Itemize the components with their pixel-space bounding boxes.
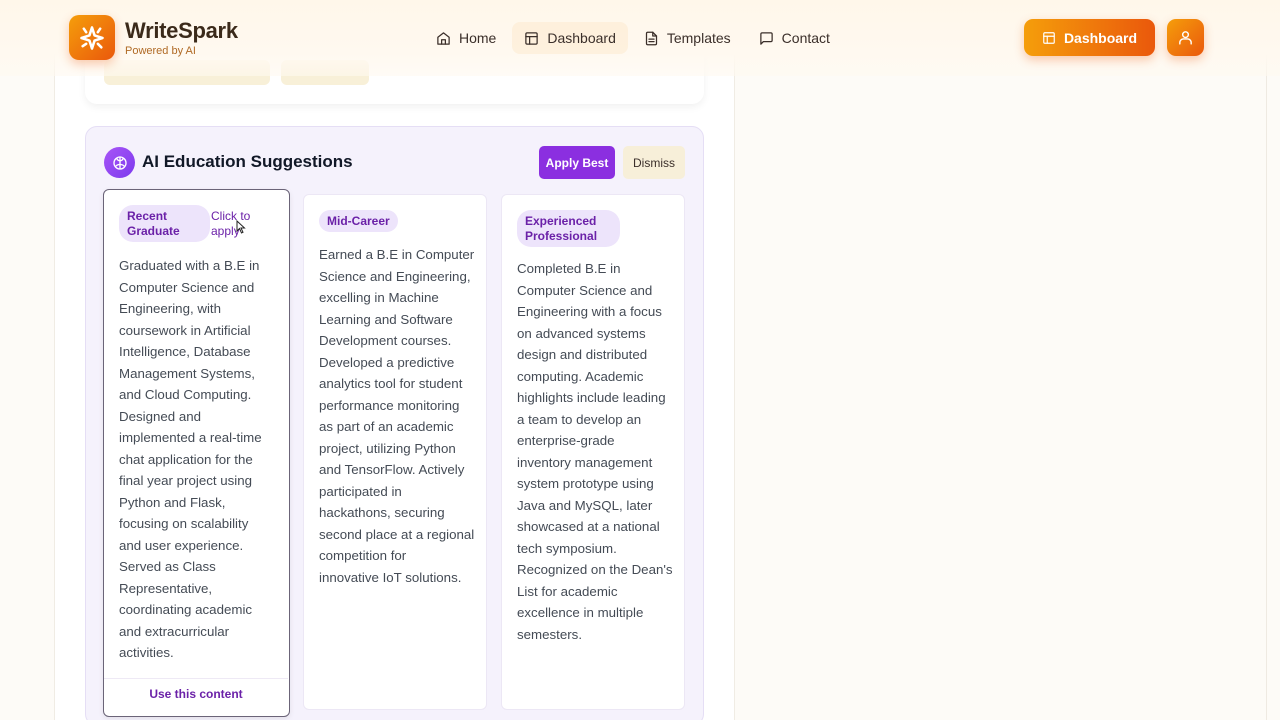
nav-links: Home Dashboard Templates Contact xyxy=(424,22,842,54)
text-line: semesters. xyxy=(517,626,583,642)
text-line: and Cloud Computing. xyxy=(119,387,252,402)
text-line: Representative, xyxy=(119,580,213,596)
tag-recent-graduate: Recent Graduate xyxy=(119,205,210,242)
text-line: tech symposium. xyxy=(517,540,617,556)
tag-line-1: Recent xyxy=(127,208,168,223)
nav-link-home-label: Home xyxy=(459,30,497,46)
text-line: Recognized on the Dean's xyxy=(517,562,673,577)
text-line: Completed B.E in xyxy=(517,261,621,276)
text-line: Computer Science and xyxy=(517,282,653,298)
nav-link-contact[interactable]: Contact xyxy=(747,22,842,54)
text-line: competition for xyxy=(319,548,407,563)
user-icon xyxy=(1179,31,1192,45)
text-line: Earned a B.E in Computer xyxy=(319,247,475,262)
text-line: Computer Science and xyxy=(119,279,255,295)
text-line: Intelligence, Database xyxy=(119,344,251,359)
mouse-cursor-icon xyxy=(236,220,246,234)
text-line: a team to develop an xyxy=(517,411,642,427)
nav-link-templates[interactable]: Templates xyxy=(632,22,743,54)
apply-best-button[interactable]: Apply Best xyxy=(539,146,615,179)
home-icon xyxy=(437,31,450,45)
text-line: and TensorFlow. Actively xyxy=(319,462,465,477)
text-line: coursework in Artificial xyxy=(119,322,251,338)
text-line: design and distributed xyxy=(517,347,648,362)
text-line: Learning and Software xyxy=(319,311,453,327)
use-this-content-link[interactable]: Use this content xyxy=(104,678,288,701)
text-line: final year project using xyxy=(119,473,253,488)
nav-link-dashboard-label: Dashboard xyxy=(547,30,616,46)
dismiss-button[interactable]: Dismiss xyxy=(623,146,685,179)
text-line: Engineering, with xyxy=(119,301,222,316)
text-line: Science and Engineering, xyxy=(319,268,471,284)
text-line: hackathons, securing xyxy=(319,505,445,520)
text-line: enterprise-grade xyxy=(517,433,615,448)
text-line: highlights include leading xyxy=(517,390,666,405)
dashboard-button-label: Dashboard xyxy=(1063,29,1138,46)
text-line: coordinating academic xyxy=(119,602,253,617)
brand-name-part1: Write xyxy=(125,18,179,43)
text-line: as part of an academic xyxy=(319,419,454,434)
text-line: analytics tool for student xyxy=(319,376,463,391)
text-line: project, utilizing Python xyxy=(319,440,456,456)
nav-link-templates-label: Templates xyxy=(666,30,731,46)
text-line: and user experience. xyxy=(119,537,244,553)
text-line: excelling in Machine xyxy=(319,290,439,305)
brand-name: WriteSpark xyxy=(125,18,238,44)
layout-icon xyxy=(525,31,539,45)
text-line: Served as Class xyxy=(119,559,216,574)
text-line: and extracurricular xyxy=(119,623,230,639)
text-line: chat application for the xyxy=(119,451,253,467)
logo-icon[interactable] xyxy=(69,15,115,60)
text-line: on advanced systems xyxy=(517,325,646,341)
top-navbar: WriteSpark Powered by AI Home Dashboard … xyxy=(0,0,1280,76)
text-line: focusing on scalability xyxy=(119,516,249,531)
text-line: Java and MySQL, later xyxy=(517,497,653,513)
brand-name-part2: Spark xyxy=(178,18,238,43)
text-line: Designed and xyxy=(119,408,202,424)
tag-line-1: Mid-Career xyxy=(327,213,390,228)
text-line: excellence in multiple xyxy=(517,605,644,620)
suggestion-text-experienced-professional: Completed B.E in Computer Science and Engi… xyxy=(517,258,682,645)
text-line: inventory management xyxy=(517,454,653,470)
text-line: system prototype using xyxy=(517,476,654,491)
tag-line-1: Experienced xyxy=(525,213,597,228)
panel-title: AI Education Suggestions xyxy=(142,152,353,171)
message-square-icon xyxy=(759,31,773,45)
file-text-icon xyxy=(645,31,657,45)
layout-icon xyxy=(1043,31,1055,44)
right-divider xyxy=(1266,0,1267,720)
tag-line-2: Graduate xyxy=(127,223,180,238)
dashboard-button[interactable]: Dashboard xyxy=(1024,19,1155,56)
brand-subtitle: Powered by AI xyxy=(125,45,196,57)
text-line: performance monitoring xyxy=(319,397,460,413)
nav-link-home[interactable]: Home xyxy=(424,22,508,54)
text-line: innovative IoT solutions. xyxy=(319,569,462,585)
text-line: Developed a predictive xyxy=(319,354,455,370)
tag-line-2: Professional xyxy=(525,228,598,243)
text-line: Engineering with a focus xyxy=(517,304,662,319)
text-line: Management Systems, xyxy=(119,365,255,381)
nav-link-dashboard[interactable]: Dashboard xyxy=(512,22,628,54)
tag-experienced-professional: Experienced Professional xyxy=(517,210,620,247)
brand[interactable]: WriteSpark Powered by AI xyxy=(125,18,238,57)
suggestion-text-mid-career: Earned a B.E in Computer Science and Engi… xyxy=(319,244,484,588)
brain-icon xyxy=(104,147,135,178)
suggestion-text-recent-graduate: Graduated with a B.E in Computer Science … xyxy=(119,255,284,664)
text-line: Graduated with a B.E in xyxy=(119,258,260,273)
text-line: participated in xyxy=(319,483,402,499)
text-line: List for academic xyxy=(517,583,618,599)
text-line: Development courses. xyxy=(319,333,452,348)
text-line: activities. xyxy=(119,645,174,660)
nav-link-contact-label: Contact xyxy=(781,30,830,46)
text-line: second place at a regional xyxy=(319,526,475,542)
text-line: Python and Flask, xyxy=(119,494,226,510)
user-menu-button[interactable] xyxy=(1167,19,1204,56)
text-line: implemented a real-time xyxy=(119,430,262,445)
tag-mid-career: Mid-Career xyxy=(319,210,398,232)
text-line: computing. Academic xyxy=(517,368,644,384)
text-line: showcased at a national xyxy=(517,519,660,534)
